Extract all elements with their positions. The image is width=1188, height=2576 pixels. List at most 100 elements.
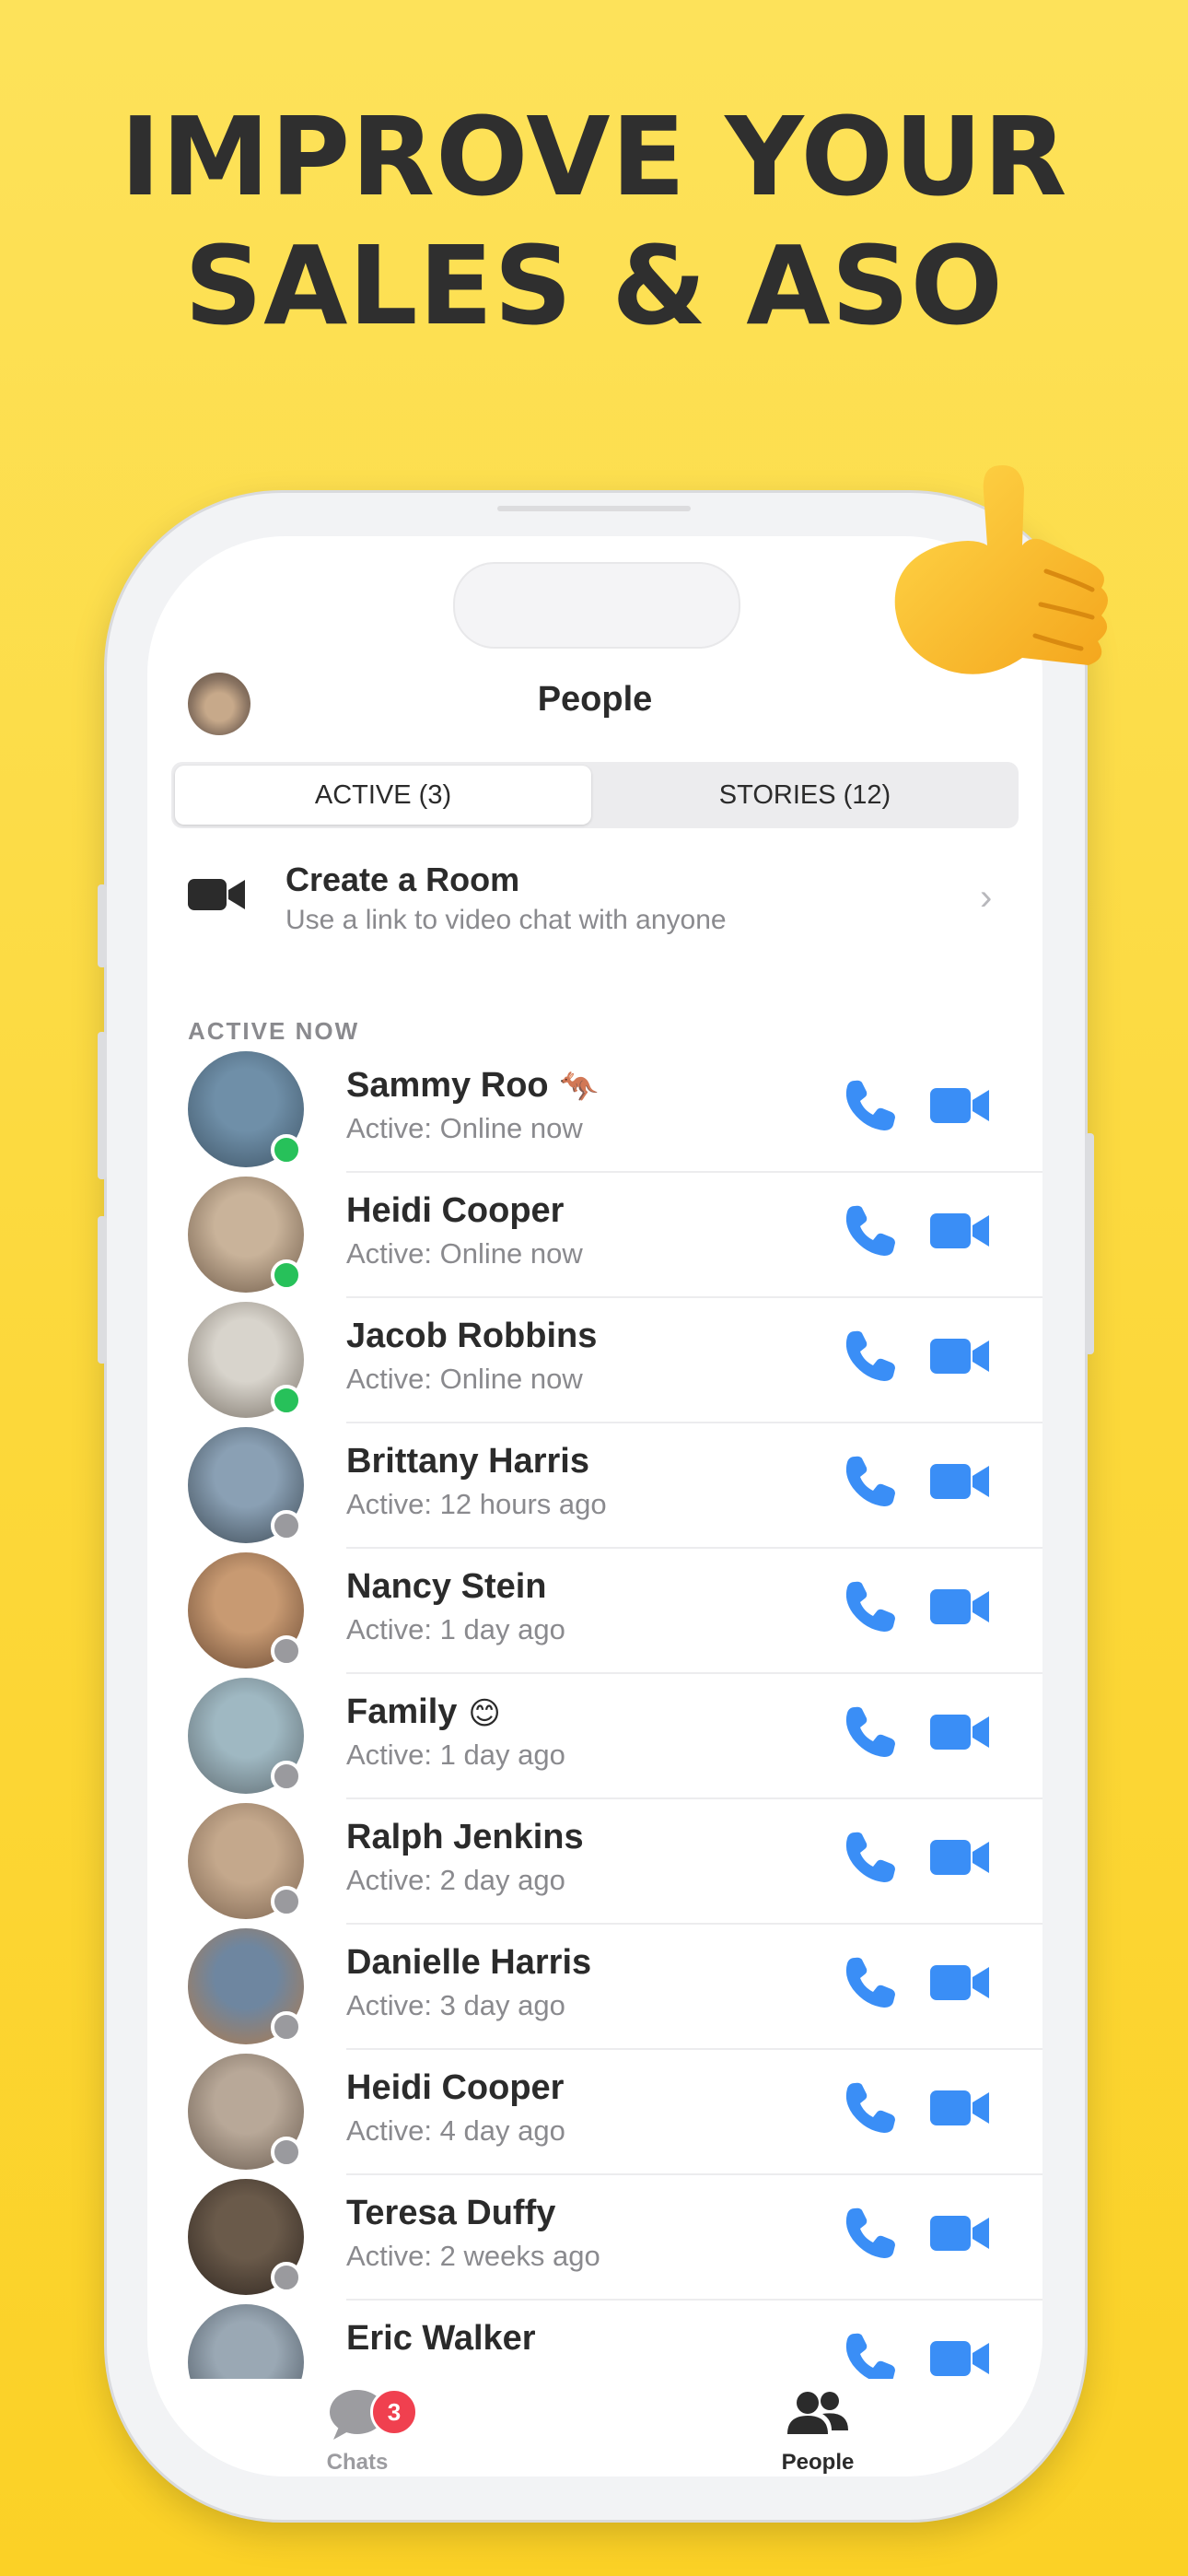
phone-side-button [98, 1216, 107, 1364]
phone-icon[interactable] [842, 1704, 899, 1761]
presence-indicator [271, 1761, 302, 1792]
phone-speaker [497, 506, 691, 511]
person-status: Active: 1 day ago [346, 1739, 565, 1771]
person-name: Heidi Cooper [346, 1191, 564, 1231]
person-status: Active: 12 hours ago [346, 1488, 607, 1520]
headline-line-1: IMPROVE YOUR [120, 93, 1068, 220]
dynamic-island [453, 562, 740, 649]
person-status: Active: Online now [346, 1237, 583, 1270]
phone-screen: People ACTIVE (3) STORIES (12) Create a … [147, 536, 1042, 2476]
person-name: Nancy Stein [346, 1567, 547, 1607]
person-status: Active: 3 day ago [346, 1989, 565, 2021]
create-room-subtitle: Use a link to video chat with anyone [285, 905, 727, 935]
list-item[interactable]: Danielle Harris Active: 3 day ago [147, 1925, 1042, 2050]
phone-icon[interactable] [842, 2079, 899, 2137]
list-item[interactable]: Eric Walker [147, 2301, 1042, 2379]
list-item[interactable]: Ralph Jenkins Active: 2 day ago [147, 1799, 1042, 1925]
list-item[interactable]: Family 😊 Active: 1 day ago [147, 1674, 1042, 1799]
person-name-text: Family [346, 1692, 458, 1731]
presence-indicator [271, 1134, 302, 1165]
person-name-text: Brittany Harris [346, 1442, 589, 1481]
list-item[interactable]: Heidi Cooper Active: 4 day ago [147, 2050, 1042, 2175]
section-header: ACTIVE NOW [188, 1017, 360, 1045]
video-camera-icon[interactable] [930, 1335, 989, 1377]
call-me-hand-emoji [894, 465, 1108, 674]
phone-icon[interactable] [842, 1954, 899, 2011]
presence-indicator [271, 2137, 302, 2168]
person-status: Active: 2 weeks ago [346, 2240, 600, 2272]
person-name-text: Danielle Harris [346, 1943, 592, 1982]
person-name-text: Heidi Cooper [346, 2068, 565, 2107]
phone-icon[interactable] [842, 1453, 899, 1510]
list-item[interactable]: Brittany Harris Active: 12 hours ago [147, 1423, 1042, 1549]
person-name: Teresa Duffy [346, 2194, 555, 2233]
video-camera-icon[interactable] [930, 1210, 989, 1252]
video-camera-icon[interactable] [930, 1961, 989, 2004]
person-status: Active: 1 day ago [346, 1613, 565, 1645]
presence-indicator [271, 1259, 302, 1291]
person-status: Active: 4 day ago [346, 2114, 565, 2147]
person-name-text: Eric Walker [346, 2319, 536, 2358]
presence-indicator [271, 2011, 302, 2043]
video-camera-icon[interactable] [930, 2212, 989, 2254]
list-item[interactable]: Teresa Duffy Active: 2 weeks ago [147, 2175, 1042, 2301]
presence-indicator [271, 1886, 302, 1917]
person-name: Brittany Harris [346, 1442, 589, 1481]
video-camera-icon[interactable] [930, 2087, 989, 2129]
list-item[interactable]: Sammy Roo 🦘 Active: Online now [147, 1048, 1042, 1173]
phone-side-button [98, 884, 107, 967]
tab-chats[interactable]: 3 Chats [265, 2388, 449, 2476]
video-camera-icon[interactable] [930, 1836, 989, 1879]
person-status: Active: Online now [346, 1363, 583, 1395]
chevron-right-icon: › [980, 877, 993, 918]
person-name: Danielle Harris [346, 1943, 591, 1983]
tab-bar: 3 Chats People [147, 2381, 1042, 2476]
video-camera-icon[interactable] [930, 1711, 989, 1753]
person-name: Jacob Robbins [346, 1317, 597, 1356]
person-name-text: Nancy Stein [346, 1567, 547, 1606]
person-name: Ralph Jenkins [346, 1818, 584, 1857]
video-camera-icon[interactable] [930, 1586, 989, 1628]
headline: IMPROVE YOUR SALES & ASO [0, 92, 1188, 350]
video-camera-icon[interactable] [930, 2337, 989, 2379]
person-name-text: Ralph Jenkins [346, 1818, 584, 1856]
tab-people-label: People [781, 2450, 855, 2475]
phone-icon[interactable] [842, 2205, 899, 2262]
presence-indicator [271, 2262, 302, 2293]
person-name: Family 😊 [346, 1692, 501, 1732]
video-camera-icon[interactable] [930, 1460, 989, 1503]
create-room-row[interactable]: Create a Room Use a link to video chat w… [147, 840, 1042, 951]
name-emoji: 😊 [468, 1695, 501, 1731]
video-camera-icon[interactable] [930, 1084, 989, 1127]
headline-line-2: SALES & ASO [184, 222, 1004, 349]
avatar [188, 2304, 304, 2379]
unread-badge: 3 [370, 2388, 418, 2436]
people-icon [787, 2392, 848, 2434]
phone-icon[interactable] [842, 1328, 899, 1385]
tab-active[interactable]: ACTIVE (3) [175, 766, 591, 825]
people-list: Sammy Roo 🦘 Active: Online now Heidi Cooper… [147, 1048, 1042, 2379]
presence-indicator [271, 1635, 302, 1667]
phone-icon[interactable] [842, 1077, 899, 1134]
person-name-text: Heidi Cooper [346, 1191, 565, 1230]
person-name-text: Teresa Duffy [346, 2194, 556, 2232]
person-name-text: Jacob Robbins [346, 1317, 598, 1355]
person-status: Active: Online now [346, 1112, 583, 1144]
list-item[interactable]: Jacob Robbins Active: Online now [147, 1298, 1042, 1423]
phone-side-button [98, 1032, 107, 1179]
phone-icon[interactable] [842, 2330, 899, 2379]
create-room-title: Create a Room [285, 861, 520, 898]
presence-indicator [271, 1385, 302, 1416]
phone-icon[interactable] [842, 1829, 899, 1886]
segmented-control: ACTIVE (3) STORIES (12) [171, 762, 1019, 828]
list-item[interactable]: Nancy Stein Active: 1 day ago [147, 1549, 1042, 1674]
list-item[interactable]: Heidi Cooper Active: Online now [147, 1173, 1042, 1298]
tab-stories[interactable]: STORIES (12) [595, 766, 1015, 825]
phone-side-button [1085, 1133, 1094, 1354]
tab-chats-label: Chats [326, 2450, 389, 2475]
video-camera-icon [188, 879, 245, 910]
person-name: Eric Walker [346, 2319, 536, 2359]
tab-people[interactable]: People [726, 2388, 910, 2476]
phone-icon[interactable] [842, 1202, 899, 1259]
phone-icon[interactable] [842, 1578, 899, 1635]
